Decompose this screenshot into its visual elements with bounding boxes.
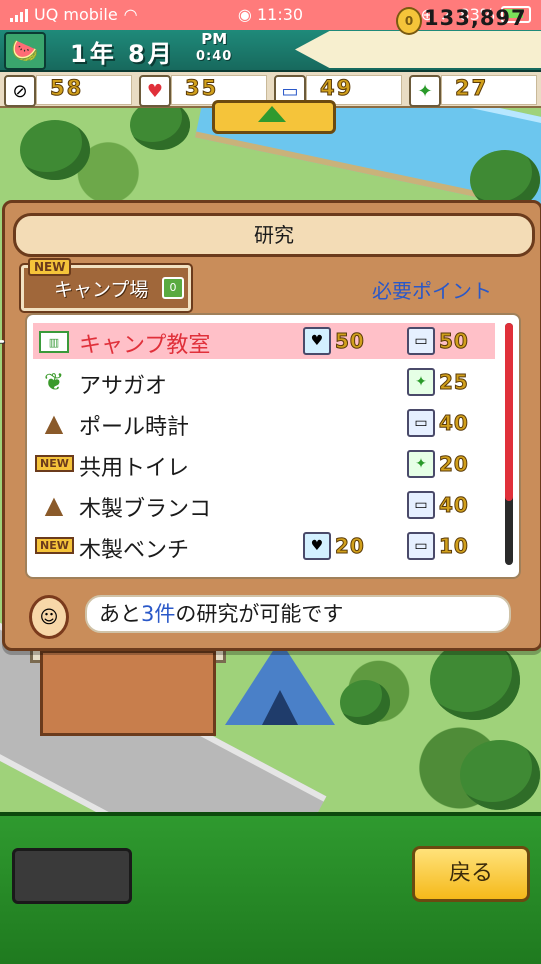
disabled-button bbox=[12, 848, 132, 904]
hint-message: あと3件の研究が可能です bbox=[85, 595, 511, 633]
required-points-label: 必要ポイント bbox=[372, 279, 492, 303]
cost-value: 20 bbox=[335, 534, 365, 559]
back-button[interactable]: 戻る bbox=[412, 846, 530, 902]
list-item[interactable]: NEW 木製ベンチ ♥ 20 ▭ 10 bbox=[33, 528, 495, 564]
pointing-hand-icon: ☛ bbox=[0, 331, 6, 361]
category-label: キャンプ場 bbox=[54, 279, 149, 301]
tree bbox=[460, 740, 540, 810]
dialog-title: 研究 bbox=[13, 213, 535, 257]
sparkle-cost: ✦ 20 bbox=[407, 450, 469, 478]
bottom-bar: 戻る bbox=[0, 812, 541, 964]
hint-suffix: の研究が可能です bbox=[175, 602, 344, 626]
status-time: 11:30 bbox=[256, 5, 304, 24]
stat-value: 27 bbox=[454, 76, 489, 101]
item-name: ポール時計 bbox=[79, 415, 190, 440]
new-badge: NEW bbox=[28, 258, 72, 276]
stat-value: 35 bbox=[184, 76, 219, 101]
leaf-icon: ❦ bbox=[43, 368, 65, 396]
item-name: キャンプ教室 bbox=[79, 333, 211, 358]
lightbulb-icon: ♥ bbox=[139, 75, 171, 107]
sparkle-cost: ✦ 25 bbox=[407, 368, 469, 396]
cost-value: 25 bbox=[439, 370, 469, 395]
sparkle-icon: ✦ bbox=[409, 75, 441, 107]
game-clock: PM 0:40 bbox=[196, 31, 232, 65]
book-cost: ▭ 40 bbox=[407, 491, 469, 519]
hint-count: 3件 bbox=[141, 602, 176, 626]
stone-icon: ▲ bbox=[44, 409, 64, 437]
category-count-icon: 0 bbox=[162, 277, 184, 299]
bulb-cost: ♥ 50 bbox=[303, 327, 365, 355]
clock-time: 0:40 bbox=[196, 49, 233, 64]
stat-value: 49 bbox=[319, 76, 354, 101]
stat-sparkle: ✦ 27 bbox=[405, 72, 540, 107]
research-dialog: 研究 NEW キャンプ場 0 必要ポイント ☛ ▥ キャンプ教室 ♥ 50 ▭ … bbox=[0, 200, 541, 651]
tree bbox=[20, 120, 90, 180]
cost-value: 40 bbox=[439, 411, 469, 436]
tree bbox=[430, 640, 520, 720]
cost-value: 10 bbox=[439, 534, 469, 559]
coin-icon: 0 bbox=[396, 7, 422, 35]
sparkle-icon: ✦ bbox=[407, 450, 435, 478]
watermelon-icon[interactable]: 🍉 bbox=[4, 32, 46, 70]
cost-value: 50 bbox=[335, 329, 365, 354]
list-item[interactable]: NEW 共用トイレ ✦ 20 bbox=[33, 446, 495, 482]
up-arrow-icon bbox=[258, 106, 286, 122]
list-item[interactable]: ▲ ポール時計 ▭ 40 bbox=[33, 405, 495, 441]
list-item[interactable]: ▲ 木製ブランコ ▭ 40 bbox=[33, 487, 495, 523]
new-badge: NEW bbox=[35, 537, 74, 554]
building bbox=[40, 650, 216, 736]
bulb-cost: ♥ 20 bbox=[303, 532, 365, 560]
tent-door bbox=[262, 690, 298, 725]
cost-value: 20 bbox=[439, 452, 469, 477]
money-value: 133,897 bbox=[424, 6, 527, 30]
book-icon: ▭ bbox=[407, 532, 435, 560]
list-scrollbar[interactable] bbox=[505, 323, 513, 565]
stat-value: 58 bbox=[49, 76, 84, 101]
sparkle-icon: ✦ bbox=[407, 368, 435, 396]
scroll-thumb[interactable] bbox=[505, 323, 513, 501]
list-item[interactable]: ❦ アサガオ ✦ 25 bbox=[33, 364, 495, 400]
cost-value: 40 bbox=[439, 493, 469, 518]
game-date: 1年 8月 bbox=[70, 40, 175, 68]
money-panel bbox=[295, 31, 541, 68]
ampm-label: PM bbox=[201, 30, 228, 48]
book-icon: ▭ bbox=[407, 491, 435, 519]
stone-icon: ▲ bbox=[44, 491, 64, 519]
record-icon: ◉ bbox=[237, 5, 252, 24]
book-icon: ▭ bbox=[407, 409, 435, 437]
advisor-avatar-icon: ☺ bbox=[29, 595, 69, 639]
camp-icon: ▥ bbox=[39, 331, 69, 353]
list-item[interactable]: ▥ キャンプ教室 ♥ 50 ▭ 50 bbox=[33, 323, 495, 359]
book-cost: ▭ 40 bbox=[407, 409, 469, 437]
lightbulb-icon: ♥ bbox=[303, 327, 331, 355]
lightbulb-icon: ♥ bbox=[303, 532, 331, 560]
book-cost: ▭ 50 bbox=[407, 327, 469, 355]
book-cost: ▭ 10 bbox=[407, 532, 469, 560]
book-icon: ▭ bbox=[407, 327, 435, 355]
category-tab-camp[interactable]: NEW キャンプ場 0 bbox=[19, 258, 193, 313]
game-hud: 🍉 1年 8月 PM 0:40 bbox=[0, 30, 541, 73]
compass-icon: ⊘ bbox=[4, 75, 36, 107]
research-list[interactable]: ▥ キャンプ教室 ♥ 50 ▭ 50 ❦ アサガオ ✦ 25 ▲ ポール時計 ▭… bbox=[25, 313, 521, 579]
tree bbox=[340, 680, 390, 725]
item-name: 木製ブランコ bbox=[79, 497, 212, 522]
stat-compass: ⊘ 58 bbox=[0, 72, 135, 107]
new-badge: NEW bbox=[35, 455, 74, 472]
item-name: アサガオ bbox=[79, 374, 168, 399]
cost-value: 50 bbox=[439, 329, 469, 354]
hint-prefix: あと bbox=[99, 602, 141, 626]
item-name: 共用トイレ bbox=[79, 456, 190, 481]
item-name: 木製ベンチ bbox=[79, 538, 190, 563]
